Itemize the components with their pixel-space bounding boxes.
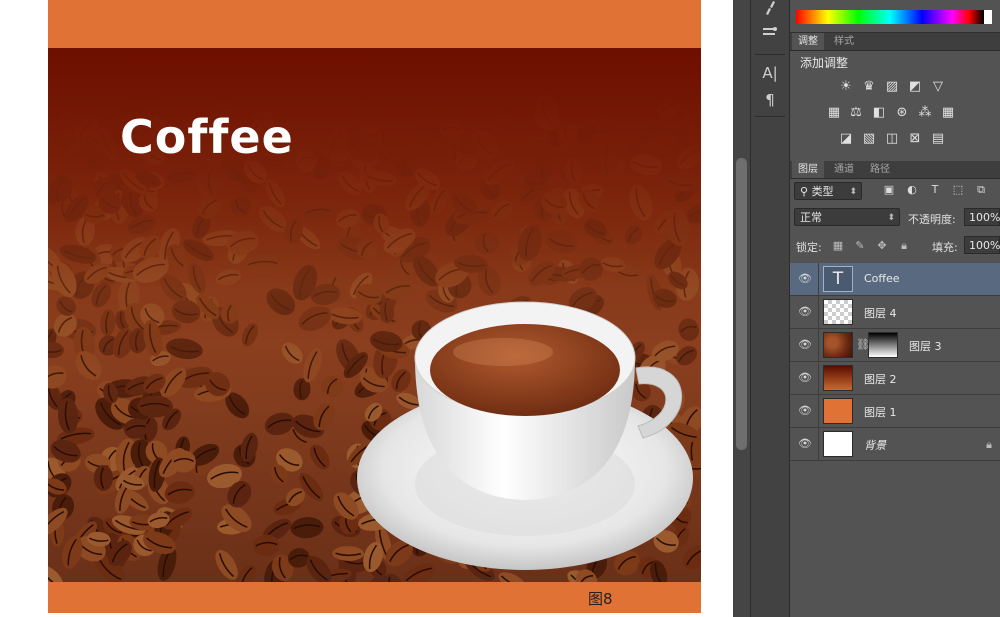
strip-separator [755, 54, 785, 55]
opacity-field[interactable]: 100% [964, 208, 1000, 226]
visibility-eye-icon[interactable]: 👁︎ [798, 273, 812, 285]
fill-field[interactable]: 100% [964, 236, 1000, 254]
eye-column-divider [818, 329, 819, 362]
smart-object-filter-icon[interactable]: ⧉ [974, 183, 988, 197]
panel-tool-strip: A| ¶ [750, 0, 790, 617]
transparent-layer-thumbnail [823, 299, 853, 325]
lock-transparency-icon[interactable]: ▦ [832, 240, 844, 252]
tab-styles[interactable]: 样式 [828, 33, 860, 50]
paragraph-icon[interactable]: ¶ [751, 89, 789, 111]
top-orange-band [48, 0, 701, 48]
color-lookup-icon[interactable]: ▦ [940, 106, 956, 120]
chevron-updown-icon: ⬍ [887, 213, 895, 223]
adjustments-tabbar: 调整 样式 [790, 33, 1000, 51]
shape-filter-icon[interactable]: ⬚ [951, 183, 965, 197]
visibility-eye-icon[interactable]: 👁︎ [798, 372, 812, 384]
clone-source-icon[interactable] [751, 24, 789, 46]
layer-row-1[interactable]: 👁︎ 图层 1 [790, 395, 1000, 428]
tab-channels[interactable]: 通道 [828, 161, 860, 178]
layer-name[interactable]: 图层 3 [909, 338, 942, 354]
gradient-layer-thumbnail [823, 365, 853, 391]
layer-name[interactable]: 图层 2 [864, 371, 897, 387]
visibility-eye-icon[interactable]: 👁︎ [798, 405, 812, 417]
curves-icon[interactable]: ▨ [884, 80, 900, 94]
blend-mode-value: 正常 [800, 211, 822, 224]
brightness-contrast-icon[interactable]: ☀ [838, 80, 854, 94]
opacity-label: 不透明度: [908, 213, 956, 226]
color-spectrum[interactable] [796, 10, 984, 24]
search-icon: ⚲ [800, 185, 812, 198]
tab-layers[interactable]: 图层 [792, 161, 824, 178]
layer-name[interactable]: 图层 4 [864, 305, 897, 321]
figure-label: 图8 [588, 590, 613, 608]
adjustment-filter-icon[interactable]: ◐ [905, 183, 919, 197]
layer-row-3[interactable]: 👁︎ ⛓︎ 图层 3 [790, 329, 1000, 362]
layer-name[interactable]: Coffee [864, 272, 900, 285]
layer-mask-thumbnail[interactable] [868, 332, 898, 358]
filter-select-value: 类型 [811, 185, 834, 198]
exposure-icon[interactable]: ◩ [907, 80, 923, 94]
photo-filter-icon[interactable]: ⊛ [894, 106, 910, 120]
layer-list: 👁︎ T Coffee 👁︎ 图层 4 👁︎ ⛓︎ 图层 3 👁︎ 图层 2 👁… [790, 263, 1000, 617]
layer-name[interactable]: 图层 1 [864, 404, 897, 420]
layer-filter-select[interactable]: ⚲ 类型 ⬍ [794, 182, 862, 200]
levels-icon[interactable]: ♛ [861, 80, 877, 94]
coffee-cup-image [357, 301, 693, 570]
canvas-vertical-scrollbar[interactable] [733, 0, 750, 617]
background-layer-thumbnail [823, 431, 853, 457]
channel-mixer-icon[interactable]: ⁂ [917, 106, 933, 120]
color-panel [790, 0, 1000, 33]
pixel-filter-icon[interactable]: ▣ [882, 183, 896, 197]
lock-label: 锁定: [796, 241, 822, 254]
chevron-updown-icon: ⬍ [849, 187, 857, 197]
right-panels: 调整 样式 添加调整 ☀ ♛ ▨ ◩ ▽ ▦ ⚖ ◧ ⊛ ⁂ ▦ ◪ ▧ ◫ ⊠… [790, 0, 1000, 617]
tab-adjustments[interactable]: 调整 [792, 33, 824, 50]
text-layer-thumbnail: T [823, 266, 853, 292]
coffee-beans-photo: Coffee [48, 48, 701, 582]
vibrance-icon[interactable]: ▽ [930, 80, 946, 94]
lock-pixels-icon[interactable]: ✎ [854, 240, 866, 252]
strip-separator [755, 116, 785, 117]
white-swatch[interactable] [984, 10, 992, 24]
scrollbar-thumb[interactable] [736, 158, 747, 450]
eye-column-divider [818, 395, 819, 428]
layer-row-4[interactable]: 👁︎ 图层 4 [790, 296, 1000, 329]
selective-color-icon[interactable]: ⊠ [907, 132, 923, 146]
lock-position-icon[interactable]: ✥ [876, 240, 888, 252]
beans-layer-thumbnail [823, 332, 853, 358]
layer-row-2[interactable]: 👁︎ 图层 2 [790, 362, 1000, 395]
posterize-icon[interactable]: ▧ [861, 132, 877, 146]
bottom-orange-band: 图8 [48, 582, 701, 613]
eye-column-divider [818, 263, 819, 296]
blend-mode-select[interactable]: 正常 ⬍ [794, 208, 900, 226]
layer-name[interactable]: 背景 [864, 437, 886, 453]
add-adjustment-title: 添加调整 [800, 56, 849, 70]
visibility-eye-icon[interactable]: 👁︎ [798, 306, 812, 318]
lock-icon: 🔒︎ [986, 438, 992, 451]
hue-saturation-icon[interactable]: ▦ [826, 106, 842, 120]
character-icon[interactable]: A| [751, 62, 789, 84]
visibility-eye-icon[interactable]: 👁︎ [798, 438, 812, 450]
eye-column-divider [818, 296, 819, 329]
document-canvas[interactable]: Coffee 图8 [48, 0, 701, 613]
type-filter-icon[interactable]: T [928, 183, 942, 197]
invert-icon[interactable]: ◪ [838, 132, 854, 146]
canvas-area[interactable]: Coffee 图8 [0, 0, 733, 617]
visibility-eye-icon[interactable]: 👁︎ [798, 339, 812, 351]
color-balance-icon[interactable]: ⚖ [848, 106, 864, 120]
brush-settings-icon[interactable] [751, 0, 789, 22]
coffee-title-text[interactable]: Coffee [120, 110, 294, 164]
black-white-icon[interactable]: ◧ [871, 106, 887, 120]
layers-tabbar: 图层 通道 路径 [790, 161, 1000, 179]
layer-row-coffee[interactable]: 👁︎ T Coffee [790, 263, 1000, 296]
lock-all-icon[interactable]: 🔒︎ [898, 240, 910, 252]
tab-paths[interactable]: 路径 [864, 161, 896, 178]
layer-row-background[interactable]: 👁︎ 背景 🔒︎ [790, 428, 1000, 461]
gradient-map-icon[interactable]: ▤ [930, 132, 946, 146]
solid-layer-thumbnail [823, 398, 853, 424]
eye-column-divider [818, 428, 819, 461]
fill-label: 填充: [932, 241, 958, 254]
threshold-icon[interactable]: ◫ [884, 132, 900, 146]
eye-column-divider [818, 362, 819, 395]
